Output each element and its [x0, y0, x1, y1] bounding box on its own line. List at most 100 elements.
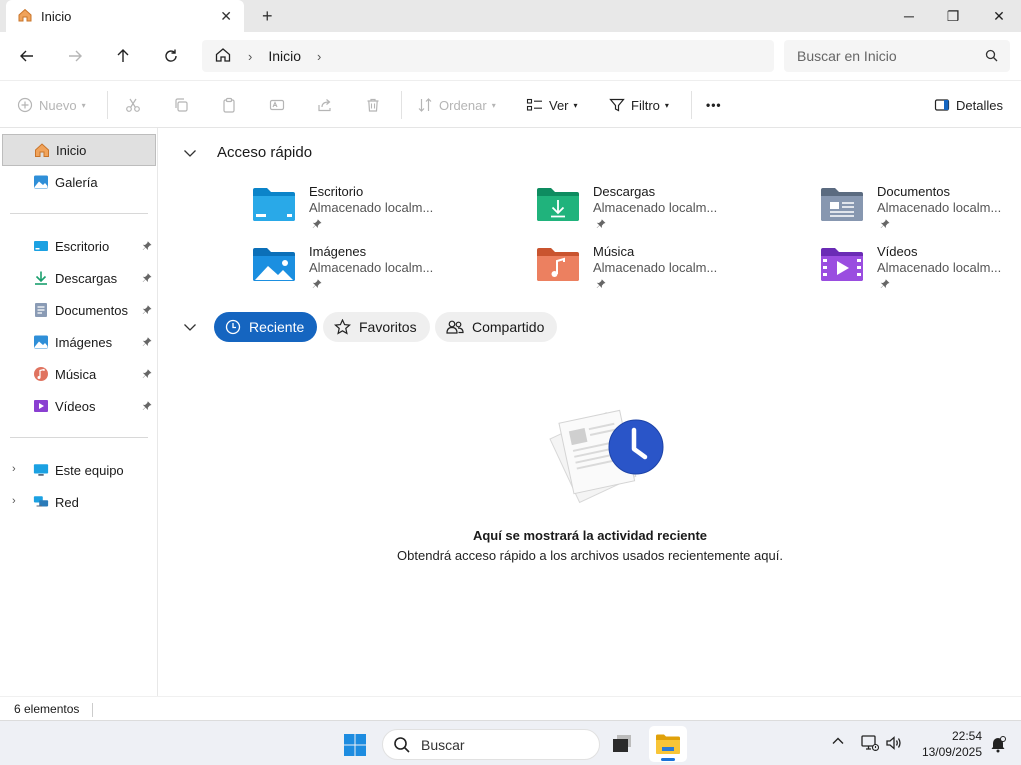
maximize-button[interactable]: ❐: [930, 4, 976, 28]
sidebar-item-documentos[interactable]: Documentos: [2, 294, 156, 326]
divider: [10, 437, 148, 438]
chevron-right-icon[interactable]: ›: [12, 463, 16, 475]
breadcrumb-inicio[interactable]: Inicio: [268, 48, 301, 64]
quick-access-imagenes[interactable]: Imágenes Almacenado localm...: [252, 242, 522, 294]
forward-button[interactable]: [61, 44, 89, 68]
network-status-button[interactable]: [861, 734, 879, 752]
breadcrumb-separator[interactable]: ›: [248, 49, 252, 64]
filter-shared-label: Compartido: [472, 319, 545, 335]
quick-access-videos[interactable]: Vídeos Almacenado localm...: [820, 242, 1021, 294]
share-button[interactable]: [317, 93, 333, 117]
search-icon: [394, 736, 410, 753]
clipboard-icon: [223, 97, 235, 113]
sidebar-item-galeria[interactable]: Galería: [2, 166, 156, 198]
sort-icon: [418, 98, 432, 112]
clock[interactable]: 22:54 13/09/2025: [910, 728, 982, 760]
filter-shared[interactable]: Compartido: [435, 312, 558, 342]
details-label: Detalles: [956, 97, 1003, 113]
search-icon[interactable]: [985, 49, 998, 65]
refresh-button[interactable]: [157, 44, 185, 68]
quick-access-descargas[interactable]: Descargas Almacenado localm...: [536, 182, 806, 234]
quick-access-header[interactable]: Acceso rápido: [183, 144, 312, 161]
chevron-right-icon[interactable]: ›: [12, 495, 16, 507]
sidebar-item-escritorio[interactable]: Escritorio: [2, 230, 156, 262]
documents-icon: [33, 302, 49, 318]
pin-icon[interactable]: [142, 367, 152, 382]
address-bar[interactable]: › Inicio ›: [202, 40, 774, 72]
windows-start-icon[interactable]: [343, 733, 367, 757]
empty-state-title: Aquí se mostrará la actividad reciente: [472, 528, 708, 543]
documents-folder-icon: [821, 188, 863, 221]
paste-button[interactable]: [221, 93, 237, 117]
notifications-button[interactable]: [989, 735, 1007, 756]
sidebar-item-red[interactable]: › Red: [2, 486, 156, 518]
breadcrumb-separator[interactable]: ›: [317, 49, 321, 64]
sidebar-item-musica[interactable]: Música: [2, 358, 156, 390]
tab-inicio[interactable]: Inicio ✕: [6, 0, 244, 32]
up-button[interactable]: [109, 44, 137, 68]
more-options-button[interactable]: •••: [706, 93, 722, 117]
new-label: Nuevo: [39, 97, 77, 113]
taskbar-search[interactable]: Buscar: [382, 729, 600, 760]
pictures-folder-icon: [253, 248, 295, 281]
copy-button[interactable]: [173, 93, 189, 117]
show-hidden-icons-button[interactable]: [831, 734, 845, 748]
view-label: Ver: [549, 97, 569, 113]
new-tab-button[interactable]: +: [262, 6, 273, 27]
filter-recent[interactable]: Reciente: [214, 312, 318, 342]
videos-icon: [33, 398, 49, 414]
quick-access-documentos[interactable]: Documentos Almacenado localm...: [820, 182, 1021, 234]
minimize-button[interactable]: ─: [886, 4, 932, 28]
pin-icon[interactable]: [142, 239, 152, 254]
pin-icon[interactable]: [142, 271, 152, 286]
computer-icon: [33, 462, 49, 478]
sidebar-item-imagenes[interactable]: Imágenes: [2, 326, 156, 358]
clock-icon: [225, 319, 241, 335]
quick-access-escritorio[interactable]: Escritorio Almacenado localm...: [252, 182, 522, 234]
delete-button[interactable]: [365, 93, 381, 117]
recent-section-toggle[interactable]: [183, 320, 197, 334]
cut-button[interactable]: [125, 93, 141, 117]
divider: [401, 91, 402, 119]
file-explorer-taskbar-button[interactable]: [649, 726, 687, 762]
tab-close-button[interactable]: ✕: [220, 8, 232, 25]
quick-access-title: Acceso rápido: [217, 144, 313, 161]
task-view-button[interactable]: [603, 726, 641, 762]
scissors-icon: [126, 98, 140, 112]
sidebar-item-descargas[interactable]: Descargas: [2, 262, 156, 294]
quick-access-musica[interactable]: Música Almacenado localm...: [536, 242, 806, 294]
view-icon: [526, 98, 542, 111]
refresh-icon: [165, 49, 177, 62]
sidebar-item-inicio[interactable]: Inicio: [2, 134, 156, 166]
divider: [92, 703, 93, 717]
sidebar-item-este-equipo[interactable]: › Este equipo: [2, 454, 156, 486]
music-icon: [33, 366, 49, 382]
chevron-down-icon: [184, 324, 196, 331]
item-name: Música: [593, 244, 635, 259]
pin-icon[interactable]: [142, 335, 152, 350]
filter-icon: [609, 98, 625, 112]
back-button[interactable]: [13, 44, 41, 68]
close-button[interactable]: ✕: [976, 4, 1021, 28]
filter-button[interactable]: Filtro ▾: [609, 93, 669, 117]
search-input[interactable]: [797, 48, 977, 64]
pin-icon[interactable]: [142, 399, 152, 414]
sort-button[interactable]: Ordenar ▾: [417, 93, 496, 117]
sidebar-item-videos[interactable]: Vídeos: [2, 390, 156, 422]
item-count: 6 elementos: [14, 702, 80, 716]
volume-button[interactable]: [885, 734, 903, 752]
search-box[interactable]: [784, 40, 1010, 72]
rename-button[interactable]: [269, 93, 285, 117]
pin-icon: [880, 277, 890, 292]
filter-recent-label: Reciente: [249, 319, 305, 335]
home-icon[interactable]: [214, 46, 232, 67]
details-button[interactable]: Detalles: [934, 93, 1003, 117]
pin-icon[interactable]: [142, 303, 152, 318]
download-icon: [33, 270, 49, 286]
new-button[interactable]: Nuevo ▾: [17, 93, 86, 117]
filter-favorites[interactable]: Favoritos: [323, 312, 430, 342]
view-button[interactable]: Ver ▾: [526, 93, 578, 117]
chevron-down-icon: [184, 149, 196, 157]
recent-activity-illustration: [549, 409, 664, 504]
clock-date: 13/09/2025: [921, 745, 982, 759]
